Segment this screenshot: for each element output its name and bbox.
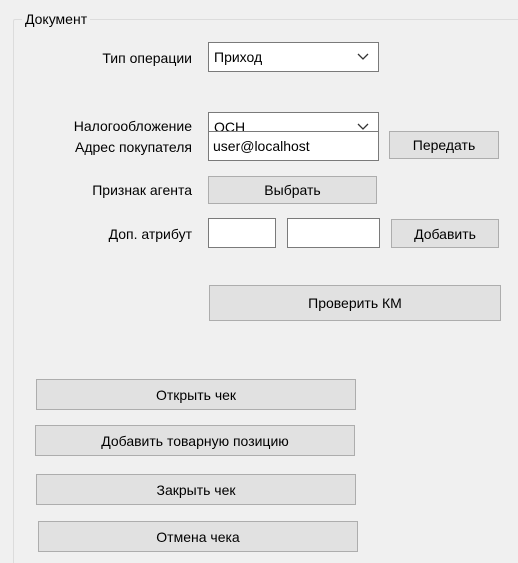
extra-attr-input-2[interactable] [287,218,380,248]
agent-sign-label: Признак агента [92,182,192,198]
extra-attr-input-1[interactable] [208,218,276,248]
check-km-button[interactable]: Проверить КМ [209,285,501,321]
choose-agent-button[interactable]: Выбрать [208,176,377,204]
buyer-address-input[interactable]: user@localhost [208,131,379,161]
close-receipt-button[interactable]: Закрыть чек [36,474,356,505]
open-receipt-button[interactable]: Открыть чек [36,379,356,410]
operation-type-value: Приход [214,49,263,65]
taxation-label: Налогообложение [73,118,192,134]
buyer-address-label: Адрес покупателя [74,139,192,155]
chevron-down-icon [348,43,378,71]
operation-type-select[interactable]: Приход [208,42,379,72]
document-panel: Документ Тип операции Приход Налогооблож… [0,0,518,563]
add-attr-button[interactable]: Добавить [391,219,499,248]
add-item-button[interactable]: Добавить товарную позицию [35,425,355,456]
extra-attr-label: Доп. атрибут [108,226,192,242]
groupbox-title: Документ [22,10,91,28]
send-button[interactable]: Передать [389,131,499,159]
operation-type-label: Тип операции [102,50,192,66]
cancel-receipt-button[interactable]: Отмена чека [38,521,358,552]
